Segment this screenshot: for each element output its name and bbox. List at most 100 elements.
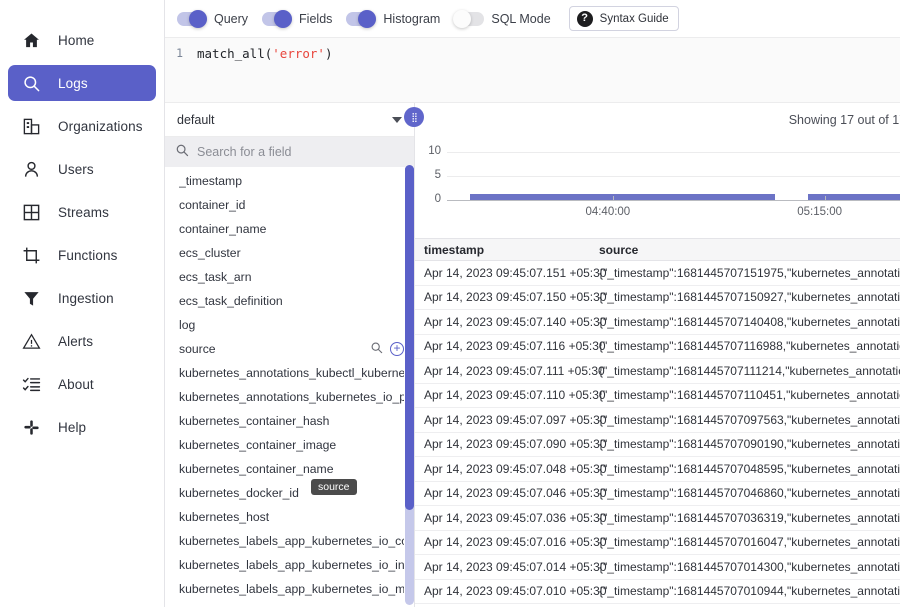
toggle-fields-label: Fields xyxy=(299,12,332,26)
table-row[interactable]: Apr 14, 2023 09:45:07.097 +05:30{"_times… xyxy=(415,408,900,433)
table-row[interactable]: Apr 14, 2023 09:45:07.116 +05:30{"_times… xyxy=(415,335,900,360)
search-icon[interactable] xyxy=(370,341,383,357)
sidebar-item-home[interactable]: Home xyxy=(8,22,156,58)
field-list-item[interactable]: kubernetes_container_name xyxy=(165,457,414,481)
cell-timestamp: Apr 14, 2023 09:45:07.116 +05:30 xyxy=(415,339,590,353)
sidebar-item-users[interactable]: Users xyxy=(8,151,156,187)
table-row[interactable]: Apr 14, 2023 09:45:07.090 +05:30{"_times… xyxy=(415,433,900,458)
field-row-actions: + xyxy=(370,341,404,357)
toggle-fields[interactable]: Fields xyxy=(262,12,332,26)
field-name: kubernetes_container_name xyxy=(179,462,404,476)
field-list-item[interactable]: kubernetes_container_image xyxy=(165,433,414,457)
field-list-item[interactable]: ecs_task_definition xyxy=(165,289,414,313)
column-header-source[interactable]: source xyxy=(590,243,638,257)
toggle-query-switch[interactable] xyxy=(177,12,207,26)
field-list-item[interactable]: container_id xyxy=(165,193,414,217)
stream-select[interactable]: default xyxy=(165,103,414,137)
y-axis-tick-label: 5 xyxy=(415,169,441,181)
table-row[interactable]: Apr 14, 2023 09:45:07.110 +05:30{"_times… xyxy=(415,384,900,409)
x-axis-line xyxy=(447,200,900,201)
gridline xyxy=(447,176,900,177)
cell-timestamp: Apr 14, 2023 09:45:07.036 +05:30 xyxy=(415,511,590,525)
field-list-item[interactable]: ecs_task_arn xyxy=(165,265,414,289)
field-list-item[interactable]: source + xyxy=(165,337,414,361)
cell-source: {"_timestamp":1681445707090190,"kubernet… xyxy=(590,437,900,451)
toggle-histogram[interactable]: Histogram xyxy=(346,12,440,26)
slack-icon xyxy=(20,416,42,438)
table-row[interactable]: Apr 14, 2023 09:45:07.150 +05:30{"_times… xyxy=(415,286,900,311)
toggle-sql-mode-switch[interactable] xyxy=(454,12,484,26)
histogram-bar[interactable] xyxy=(470,194,775,200)
cell-timestamp: Apr 14, 2023 09:45:07.110 +05:30 xyxy=(415,388,590,402)
table-row[interactable]: Apr 14, 2023 09:45:07.010 +05:30{"_times… xyxy=(415,580,900,605)
sidebar-item-logs[interactable]: Logs xyxy=(8,65,156,101)
cell-source: {"_timestamp":1681445707151975,"kubernet… xyxy=(590,266,900,280)
table-row[interactable]: Apr 14, 2023 09:45:07.036 +05:30{"_times… xyxy=(415,506,900,531)
field-name: ecs_task_definition xyxy=(179,294,404,308)
field-search[interactable]: Search for a field xyxy=(165,137,414,167)
table-row[interactable]: Apr 14, 2023 09:45:07.151 +05:30{"_times… xyxy=(415,261,900,286)
field-list-item[interactable]: kubernetes_labels_app_kubernetes_io_comp… xyxy=(165,529,414,553)
log-explorer-app: Home Logs Organizations Users Streams Fu… xyxy=(0,0,900,607)
field-list-item[interactable]: kubernetes_labels_app_kubernetes_io_inst… xyxy=(165,553,414,577)
sidebar-item-streams[interactable]: Streams xyxy=(8,194,156,230)
cell-source: {"_timestamp":1681445707016047,"kubernet… xyxy=(590,535,900,549)
sidebar-item-organizations[interactable]: Organizations xyxy=(8,108,156,144)
x-axis-tick-mark xyxy=(613,196,614,200)
funnel-icon xyxy=(20,287,42,309)
panel-drag-handle[interactable]: ⣿ xyxy=(404,107,424,127)
table-row[interactable]: Apr 14, 2023 09:45:07.046 +05:30{"_times… xyxy=(415,482,900,507)
log-table[interactable]: timestamp source Apr 14, 2023 09:45:07.1… xyxy=(415,238,900,607)
editor-code[interactable]: match_all('error') xyxy=(183,44,332,102)
toggle-histogram-switch[interactable] xyxy=(346,12,376,26)
field-list-item[interactable]: kubernetes_annotations_kubernetes_io_psp xyxy=(165,385,414,409)
cell-timestamp: Apr 14, 2023 09:45:07.046 +05:30 xyxy=(415,486,590,500)
field-list-item[interactable]: kubernetes_container_hash xyxy=(165,409,414,433)
field-list-item[interactable]: kubernetes_annotations_kubectl_kubernete… xyxy=(165,361,414,385)
field-name: kubernetes_container_image xyxy=(179,438,404,452)
histogram-bar[interactable] xyxy=(808,194,900,200)
table-row[interactable]: Apr 14, 2023 09:45:07.016 +05:30{"_times… xyxy=(415,531,900,556)
toggle-fields-switch[interactable] xyxy=(262,12,292,26)
field-name: kubernetes_labels_app_kubernetes_io_comp… xyxy=(179,534,404,548)
query-editor[interactable]: 1 match_all('error') xyxy=(165,38,900,103)
field-list-item[interactable]: container_name xyxy=(165,217,414,241)
field-name: source xyxy=(179,342,370,356)
field-name: ecs_task_arn xyxy=(179,270,404,284)
syntax-guide-button[interactable]: ? Syntax Guide xyxy=(569,6,679,31)
add-field-icon[interactable]: + xyxy=(390,342,404,356)
field-tooltip: source xyxy=(311,479,357,495)
field-list-item[interactable]: ecs_cluster xyxy=(165,241,414,265)
histogram-chart[interactable]: 051004:40:0005:15:00 xyxy=(415,148,900,233)
chevron-down-icon xyxy=(392,117,402,123)
editor-code-string: 'error' xyxy=(272,46,325,61)
question-mark-icon: ? xyxy=(577,11,593,27)
field-list-item[interactable]: kubernetes_host xyxy=(165,505,414,529)
table-row[interactable]: Apr 14, 2023 09:45:07.014 +05:30{"_times… xyxy=(415,555,900,580)
table-row[interactable]: Apr 14, 2023 09:45:07.111 +05:30{"_times… xyxy=(415,359,900,384)
toggle-query[interactable]: Query xyxy=(177,12,248,26)
toggle-sql-mode[interactable]: SQL Mode xyxy=(454,12,550,26)
sidebar-item-help[interactable]: Help xyxy=(8,409,156,445)
cell-timestamp: Apr 14, 2023 09:45:07.097 +05:30 xyxy=(415,413,590,427)
field-list-item[interactable]: kubernetes_labels_app_kubernetes_io_mana… xyxy=(165,577,414,601)
sidebar-item-label: About xyxy=(58,377,94,392)
field-list-item[interactable]: log xyxy=(165,313,414,337)
home-icon xyxy=(20,29,42,51)
table-row[interactable]: Apr 14, 2023 09:45:07.048 +05:30{"_times… xyxy=(415,457,900,482)
fields-panel: ⣿ default Search for a field _timestampc… xyxy=(165,103,415,607)
sidebar-item-functions[interactable]: Functions xyxy=(8,237,156,273)
sidebar-item-label: Help xyxy=(58,420,86,435)
field-list-item[interactable]: kubernetes_docker_id xyxy=(165,481,414,505)
field-list-item[interactable]: _timestamp xyxy=(165,169,414,193)
field-list[interactable]: _timestampcontainer_idcontainer_nameecs_… xyxy=(165,167,414,607)
sidebar-item-label: Streams xyxy=(58,205,109,220)
gridline xyxy=(447,152,900,153)
fields-scrollbar[interactable] xyxy=(405,165,414,605)
sidebar-item-alerts[interactable]: Alerts xyxy=(8,323,156,359)
cell-source: {"_timestamp":1681445707048595,"kubernet… xyxy=(590,462,900,476)
sidebar-item-about[interactable]: About xyxy=(8,366,156,402)
column-header-timestamp[interactable]: timestamp xyxy=(415,243,590,257)
table-row[interactable]: Apr 14, 2023 09:45:07.140 +05:30{"_times… xyxy=(415,310,900,335)
sidebar-item-ingestion[interactable]: Ingestion xyxy=(8,280,156,316)
